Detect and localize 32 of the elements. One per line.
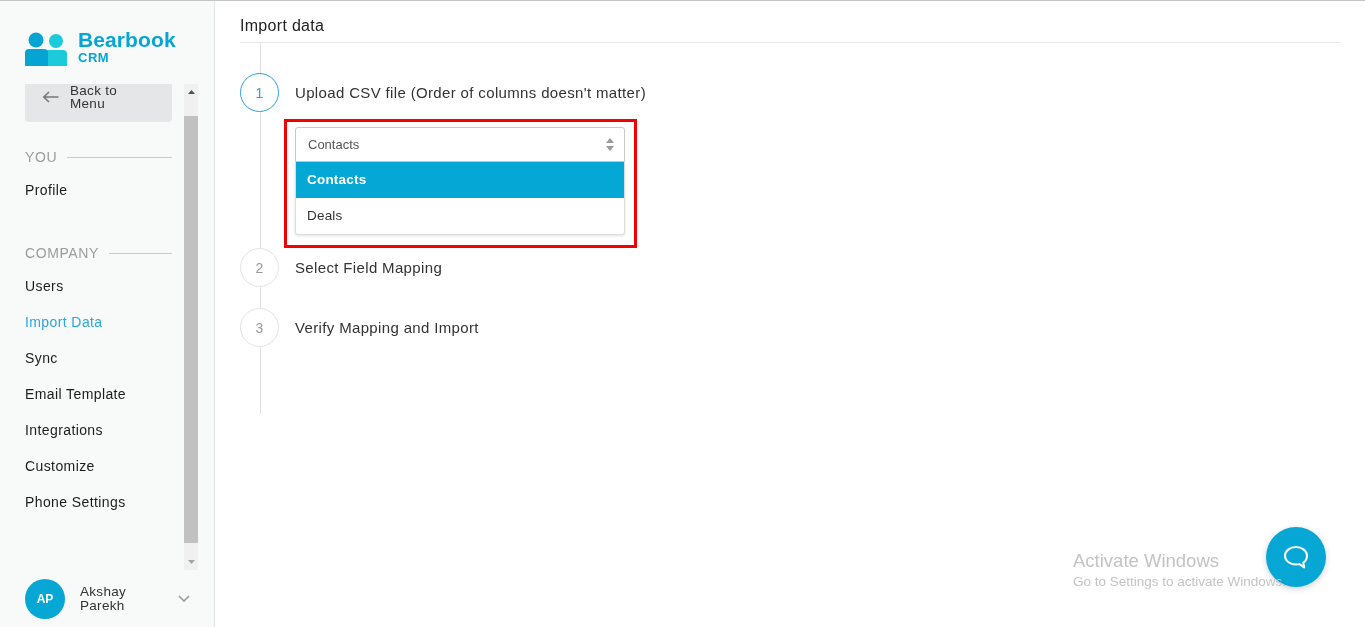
section-heading: COMPANY <box>25 245 99 261</box>
sort-caret-icon <box>606 138 614 151</box>
caret-down-icon[interactable] <box>187 560 195 564</box>
step-title: Upload CSV file (Order of columns doesn't matter) <box>295 84 646 101</box>
dropdown-option[interactable]: Deals <box>296 198 624 234</box>
avatar: AP <box>25 578 65 619</box>
sidebar-item[interactable]: Customize <box>25 448 95 484</box>
step-indicator: 2 <box>240 248 279 287</box>
sidebar-item[interactable]: Users <box>25 268 64 304</box>
step-indicator: 3 <box>240 308 279 347</box>
sidebar-item[interactable]: Phone Settings <box>25 484 126 520</box>
step-indicator: 1 <box>240 73 279 112</box>
page-title: Import data <box>240 16 325 36</box>
sidebar-item[interactable]: Sync <box>25 340 58 376</box>
activation-title: Activate Windows <box>1073 550 1219 572</box>
sidebar-item[interactable]: Profile <box>25 172 68 208</box>
user-name: Akshay Parekh <box>80 584 128 613</box>
step-title: Select Field Mapping <box>295 259 443 276</box>
speech-bubble-icon <box>1283 545 1309 569</box>
people-logo-icon <box>25 32 67 66</box>
back-to-menu-button[interactable]: Back to Menu <box>25 84 172 122</box>
section-heading: YOU <box>25 149 58 165</box>
arrow-left-icon <box>42 91 59 103</box>
logo-tagline: CRM <box>78 51 111 65</box>
chevron-down-icon[interactable] <box>178 595 190 602</box>
caret-up-icon[interactable] <box>187 90 195 94</box>
sidebar-item[interactable]: Integrations <box>25 412 103 448</box>
step-title: Verify Mapping and Import <box>295 319 479 336</box>
activation-message: Go to Settings to activate Windows. <box>1073 573 1287 590</box>
sidebar-item[interactable]: Email Template <box>25 376 127 412</box>
logo-wordmark: Bearbook <box>78 29 176 51</box>
select-field[interactable]: Contacts <box>295 127 625 162</box>
